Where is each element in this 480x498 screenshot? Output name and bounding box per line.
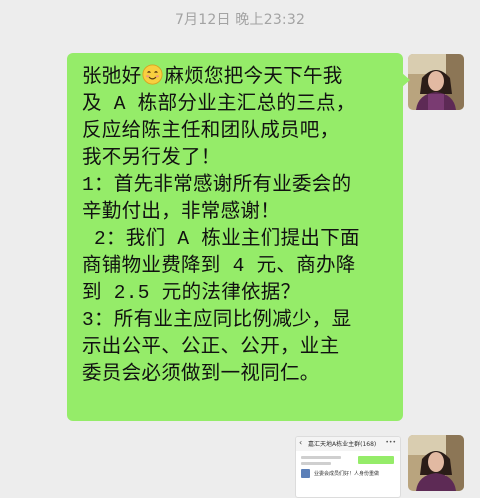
message-line-9: 商铺物业费降到 4 元、商办降 [82, 255, 356, 277]
message-text: 张弛好 麻烦您把今天下午我 及 A 栋部分业主汇总的三点， 反应给陈主任和团队成员… [82, 64, 403, 388]
back-arrow-icon: ‹ [299, 438, 303, 447]
message-bubble[interactable]: 张弛好 麻烦您把今天下午我 及 A 栋部分业主汇总的三点， 反应给陈主任和团队成员… [67, 53, 410, 421]
message-line-7: 辛勤付出，非常感谢！ [82, 201, 281, 223]
message-line-3: 及 A 栋部分业主汇总的三点， [82, 93, 356, 115]
message-line-13: 委员会必须做到一视同仁。 [82, 363, 320, 385]
message-line-12: 示出公平、公正、公开，业主 [82, 336, 340, 358]
avatar-photo [408, 435, 464, 491]
message-line-11: 3：所有业主应同比例减少，显 [82, 309, 352, 331]
smiling-face-icon [142, 64, 163, 85]
image-message-snippet: 业委会成员们好！人身份重做 [314, 471, 380, 477]
message-line-5: 我不另行发了！ [82, 147, 221, 169]
image-message-line [301, 462, 331, 465]
image-message-avatar [301, 469, 310, 478]
image-message[interactable]: ‹ 嘉汇天地A栋业主群(168) ••• 业委会成员们好！人身份重做 [295, 436, 401, 498]
message-line-4: 反应给陈主任和团队成员吧， [82, 120, 340, 142]
image-message-title: 嘉汇天地A栋业主群(168) [308, 441, 377, 448]
chat-timestamp: 7月12日 晚上23:32 [174, 12, 306, 28]
message-line-1: 张弛好 [82, 66, 142, 88]
message-line-6: 1：首先非常感谢所有业委会的 [82, 174, 352, 196]
image-message-green-bubble [358, 456, 394, 464]
avatar-photo [408, 54, 464, 110]
message-line-2: 麻烦您把今天下午我 [164, 66, 343, 88]
sender-avatar[interactable] [408, 54, 464, 110]
image-message-line [301, 456, 341, 459]
sender-avatar-bottom[interactable] [408, 435, 464, 491]
more-icon: ••• [385, 439, 396, 446]
message-line-8: 2：我们 A 栋业主们提出下面 [82, 228, 360, 250]
message-line-10: 到 2.5 元的法律依据？ [82, 282, 301, 304]
